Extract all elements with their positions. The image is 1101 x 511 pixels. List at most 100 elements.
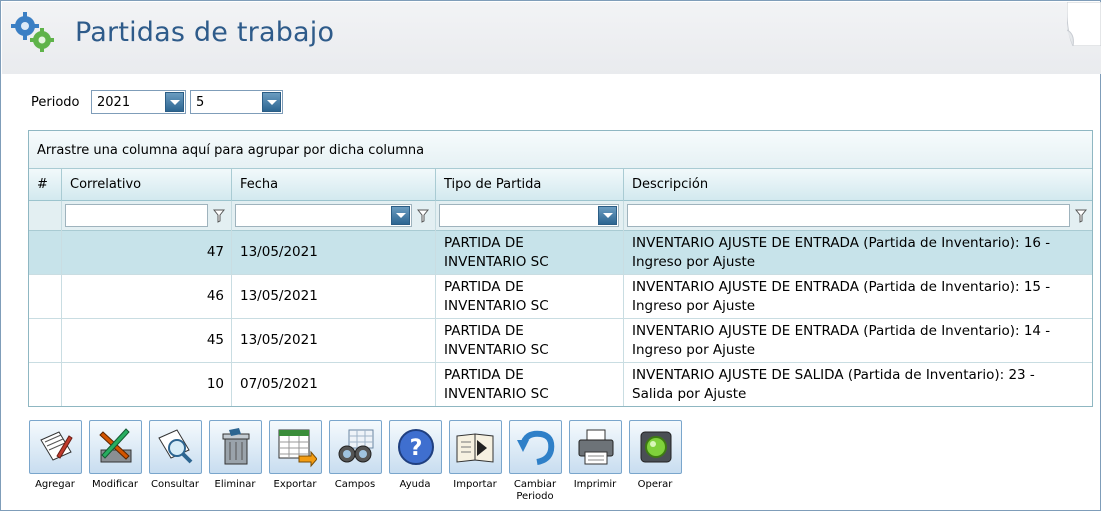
descripcion-line: INVENTARIO AJUSTE DE SALIDA (Partida de … [632,367,1035,383]
tipo-line: INVENTARIO SC [444,342,549,358]
group-by-hint: Arrastre una columna aquí para agrupar p… [37,143,425,158]
campos-button[interactable]: Campos [327,420,383,491]
descripcion-line: Ingreso por Ajuste [632,342,756,358]
column-header-row: # Correlativo Fecha Tipo de Partida Desc… [29,169,1092,201]
eliminar-button[interactable]: Eliminar [207,420,263,491]
table-row[interactable]: 47 13/05/2021 PARTIDA DE INVENTARIO SC I… [29,231,1092,275]
filter-cell-index [29,201,62,231]
exportar-icon-box[interactable] [268,420,322,474]
filter-icon[interactable] [1075,209,1087,223]
filter-input-tipo[interactable] [439,204,619,227]
undo-arrow-icon [516,430,554,465]
column-header-index[interactable]: # [29,169,62,201]
descripcion-cell: INVENTARIO AJUSTE DE SALIDA (Partida de … [624,363,1092,406]
page-title: Partidas de trabajo [75,17,335,48]
ayuda-icon-box[interactable]: ? [388,420,442,474]
ayuda-label: Ayuda [399,479,431,490]
correlativo-cell: 47 [62,231,232,274]
filter-input-descripcion[interactable] [627,204,1070,227]
row-index-cell [29,319,62,362]
cambiar-periodo-icon-box[interactable] [508,420,562,474]
filter-icon[interactable] [417,209,429,223]
campos-label: Campos [334,479,376,490]
correlativo-cell: 45 [62,319,232,362]
campos-icon-box[interactable] [328,420,382,474]
consultar-button[interactable]: Consultar [147,420,203,491]
modificar-icon-box[interactable] [88,420,142,474]
agregar-button[interactable]: Agregar [27,420,83,491]
descripcion-line: INVENTARIO AJUSTE DE ENTRADA (Partida de… [632,235,1051,251]
correlativo-cell: 10 [62,363,232,406]
gears-icon [11,12,54,52]
tipo-line: INVENTARIO SC [444,298,549,314]
column-header-correlativo[interactable]: Correlativo [62,169,232,201]
imprimir-icon-box[interactable] [568,420,622,474]
filter-cell-descripcion [624,201,1092,231]
modificar-button[interactable]: Modificar [87,420,143,491]
svg-text:?: ? [409,436,422,461]
year-value: 2021 [97,95,131,110]
operar-button[interactable]: Operar [627,420,683,491]
month-select[interactable]: 5 [190,90,283,114]
group-by-panel[interactable]: Arrastre una columna aquí para agrupar p… [29,131,1092,169]
row-index-cell [29,363,62,406]
month-value: 5 [196,95,205,110]
operar-icon-box[interactable] [628,420,682,474]
filter-cell-tipo [436,201,624,231]
fecha-cell: 13/05/2021 [232,231,436,274]
operar-label: Operar [637,479,673,490]
tipo-line: PARTIDA DE [444,279,524,295]
ayuda-button[interactable]: ? Ayuda [387,420,443,491]
descripcion-cell: INVENTARIO AJUSTE DE ENTRADA (Partida de… [624,275,1092,318]
consultar-icon-box[interactable] [148,420,202,474]
fecha-cell: 13/05/2021 [232,319,436,362]
filter-input-fecha[interactable] [235,204,412,227]
cambiar-label-line: Periodo [516,491,554,502]
tipo-line: PARTIDA DE [444,367,524,383]
add-document-icon [39,431,73,461]
fecha-cell: 13/05/2021 [232,275,436,318]
fecha-cell: 07/05/2021 [232,363,436,406]
tipo-line: PARTIDA DE [444,323,524,339]
column-header-tipo[interactable]: Tipo de Partida [436,169,624,201]
descripcion-line: Ingreso por Ajuste [632,254,756,270]
chevron-down-icon[interactable] [165,92,184,112]
row-index-cell [29,231,62,274]
help-icon: ? [397,429,434,465]
window-frame: Partidas de trabajo Periodo 2021 5 Arras… [0,0,1101,511]
column-header-descripcion[interactable]: Descripción [624,169,1092,201]
descripcion-cell: INVENTARIO AJUSTE DE ENTRADA (Partida de… [624,319,1092,362]
importar-button[interactable]: Importar [447,420,503,491]
filter-input-correlativo[interactable] [65,204,208,227]
column-header-fecha[interactable]: Fecha [232,169,436,201]
imprimir-button[interactable]: Imprimir [567,420,623,491]
tipo-line: PARTIDA DE [444,235,524,251]
correlativo-cell: 46 [62,275,232,318]
descripcion-cell: INVENTARIO AJUSTE DE ENTRADA (Partida de… [624,231,1092,274]
table-row[interactable]: 45 13/05/2021 PARTIDA DE INVENTARIO SC I… [29,319,1092,363]
descripcion-line: INVENTARIO AJUSTE DE ENTRADA (Partida de… [632,279,1051,295]
chevron-down-icon[interactable] [262,92,281,112]
agregar-icon-box[interactable] [28,420,82,474]
trash-icon [222,428,249,465]
table-row[interactable]: 46 13/05/2021 PARTIDA DE INVENTARIO SC I… [29,275,1092,319]
exportar-label: Exportar [273,479,317,490]
import-book-icon [456,433,493,463]
importar-icon-box[interactable] [448,420,502,474]
search-document-icon [157,429,192,464]
edit-tools-icon [98,428,131,463]
page-curl-icon [1067,2,1101,46]
chevron-down-icon[interactable] [598,206,617,225]
exportar-button[interactable]: Exportar [267,420,323,491]
tipo-cell: PARTIDA DE INVENTARIO SC [436,319,624,362]
eliminar-icon-box[interactable] [208,420,262,474]
table-row[interactable]: 10 07/05/2021 PARTIDA DE INVENTARIO SC I… [29,363,1092,407]
printer-icon [578,429,613,465]
binoculars-icon [338,429,373,463]
filter-icon[interactable] [213,209,225,223]
export-spreadsheet-icon [278,429,317,468]
year-select[interactable]: 2021 [91,90,186,114]
cambiar-periodo-button[interactable]: Cambiar Periodo [507,420,563,503]
traffic-light-icon [640,431,671,463]
chevron-down-icon[interactable] [391,206,410,225]
